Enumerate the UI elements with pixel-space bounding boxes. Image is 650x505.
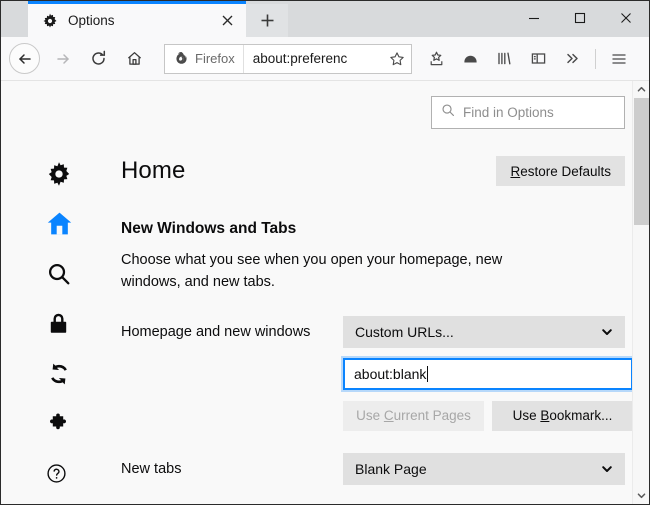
sidebar-item-privacy[interactable] xyxy=(1,301,103,351)
scroll-down-arrow-icon[interactable] xyxy=(633,487,650,504)
gear-icon xyxy=(42,13,58,29)
sidebar-toggle-icon[interactable] xyxy=(522,43,554,75)
sidebar-item-extensions[interactable] xyxy=(1,401,103,451)
restore-defaults-button[interactable]: Restore Defaults xyxy=(496,156,625,186)
homepage-select[interactable]: Custom URLs... xyxy=(343,315,625,348)
search-icon xyxy=(441,103,455,122)
scrollbar-thumb[interactable] xyxy=(633,98,649,225)
close-button[interactable] xyxy=(603,1,649,34)
chevron-down-icon xyxy=(601,463,613,475)
homepage-select-value: Custom URLs... xyxy=(355,323,454,340)
content-scrollbar[interactable] xyxy=(632,81,649,504)
tabstrip-left-padding xyxy=(1,1,28,37)
section-heading: New Windows and Tabs xyxy=(121,220,297,237)
homepage-url-value: about:blank xyxy=(354,365,427,382)
scrollbar-track[interactable] xyxy=(633,98,650,487)
sidebar-item-home[interactable] xyxy=(1,201,103,251)
use-current-pages-button: Use Current Pages xyxy=(343,400,484,431)
browser-window: Options Firefox about:preferenc Find in … xyxy=(0,0,650,505)
use-current-pages-accesskey: C xyxy=(383,408,394,424)
search-input-placeholder[interactable]: Find in Options xyxy=(463,105,554,120)
use-bookmark-prefix: Use xyxy=(512,408,541,424)
overflow-icon[interactable] xyxy=(556,43,588,75)
forward-button xyxy=(46,42,79,75)
firefox-logo-icon xyxy=(174,51,189,66)
use-current-pages-label: urrent Pages xyxy=(393,408,471,424)
preferences-main: Find in Options Home Restore Defaults Ne… xyxy=(103,81,649,504)
navigation-toolbar: Firefox about:preferenc xyxy=(1,37,649,81)
sidebar-item-general[interactable] xyxy=(1,151,103,201)
window-controls xyxy=(511,1,649,34)
use-current-pages-prefix: Use xyxy=(356,408,384,424)
save-to-pocket-icon[interactable] xyxy=(420,43,452,75)
newtabs-row: New tabs Blank Page xyxy=(121,452,625,485)
page-header: Home Restore Defaults xyxy=(121,156,625,186)
use-bookmark-button[interactable]: Use Bookmark... xyxy=(492,400,633,431)
homepage-url-input[interactable]: about:blank xyxy=(343,357,633,390)
container-tabs-icon[interactable] xyxy=(454,43,486,75)
chevron-down-icon xyxy=(601,326,613,338)
restore-defaults-label: estore Defaults xyxy=(520,163,611,179)
reload-button[interactable] xyxy=(82,42,115,75)
page-title: Home xyxy=(121,157,186,184)
question-circle-icon xyxy=(46,463,67,489)
newtabs-select[interactable]: Blank Page xyxy=(343,452,625,485)
toolbar-right-icons xyxy=(418,43,635,75)
lock-icon xyxy=(46,311,71,341)
url-bar[interactable]: Firefox about:preferenc xyxy=(164,43,412,74)
puzzle-icon xyxy=(46,412,70,441)
url-input[interactable]: about:preferenc xyxy=(244,51,383,66)
gear-icon xyxy=(46,161,72,192)
identity-box[interactable]: Firefox xyxy=(165,44,244,73)
library-icon[interactable] xyxy=(488,43,520,75)
new-tab-button[interactable] xyxy=(246,4,288,37)
sidebar-item-help[interactable] xyxy=(1,451,103,501)
maximize-button[interactable] xyxy=(557,1,603,34)
newtabs-select-value: Blank Page xyxy=(355,460,427,477)
minimize-button[interactable] xyxy=(511,1,557,34)
use-bookmark-label: ookmark... xyxy=(549,408,613,424)
newtabs-label: New tabs xyxy=(121,460,182,477)
preferences-sidebar xyxy=(1,81,103,504)
restore-defaults-accesskey: R xyxy=(510,163,521,179)
tab-options[interactable]: Options xyxy=(28,1,246,37)
back-button[interactable] xyxy=(9,43,40,74)
homepage-label: Homepage and new windows xyxy=(121,323,311,340)
app-menu-icon[interactable] xyxy=(603,43,635,75)
homepage-row: Homepage and new windows Custom URLs... xyxy=(121,315,625,348)
homepage-button-row: Use Current Pages Use Bookmark... xyxy=(343,400,633,431)
sidebar-item-search[interactable] xyxy=(1,251,103,301)
home-button[interactable] xyxy=(118,42,151,75)
preferences-content: Find in Options Home Restore Defaults Ne… xyxy=(1,81,649,504)
text-cursor xyxy=(427,365,429,382)
sidebar-item-sync[interactable] xyxy=(1,351,103,401)
bookmark-star-icon[interactable] xyxy=(383,45,411,73)
homepage-url-field-wrap: about:blank xyxy=(343,357,633,390)
tab-strip: Options xyxy=(1,1,649,37)
sync-icon xyxy=(46,361,72,392)
scroll-up-arrow-icon[interactable] xyxy=(633,81,650,98)
close-tab-icon[interactable] xyxy=(216,10,238,32)
tab-title: Options xyxy=(68,13,115,28)
search-icon xyxy=(46,261,72,292)
identity-label: Firefox xyxy=(195,51,235,66)
section-description: Choose what you see when you open your h… xyxy=(121,252,503,291)
find-in-options-search[interactable]: Find in Options xyxy=(431,96,625,129)
home-icon xyxy=(46,210,73,242)
toolbar-separator xyxy=(595,48,596,69)
